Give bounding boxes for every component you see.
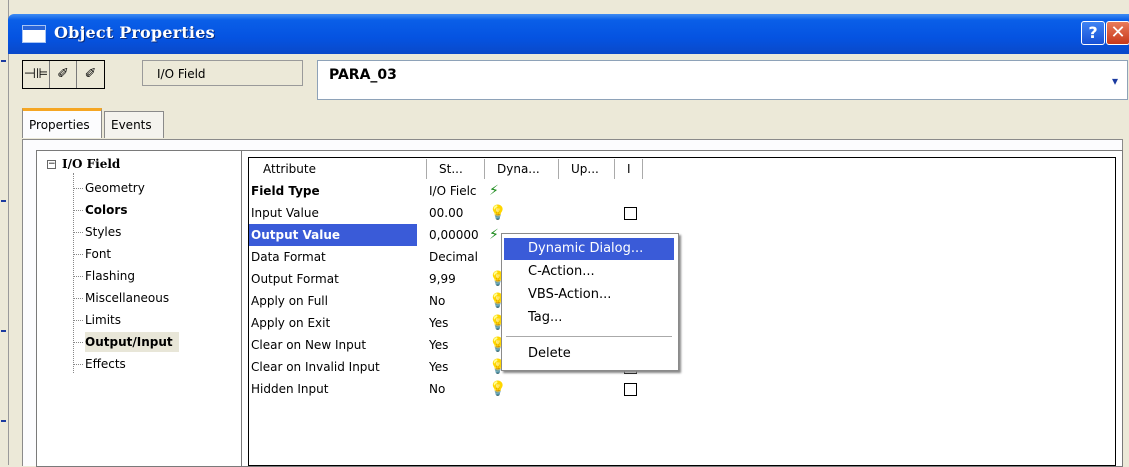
bolt-icon[interactable]: ⚡ bbox=[489, 180, 499, 202]
attribute-name: Input Value bbox=[251, 206, 319, 220]
edge-tick bbox=[1, 420, 6, 422]
tree-root[interactable]: − I/O Field bbox=[47, 157, 120, 171]
property-tree: − I/O Field Geometry Colors Styles Font F… bbox=[36, 150, 242, 467]
grid-header: Attribute St... Dyna... Up... I bbox=[251, 151, 1113, 179]
bulb-icon[interactable]: 💡 bbox=[489, 202, 506, 224]
tab-events[interactable]: Events bbox=[104, 111, 164, 138]
static-value[interactable]: Yes bbox=[429, 334, 448, 356]
tree-item-miscellaneous[interactable]: Miscellaneous bbox=[72, 288, 169, 308]
tree-item-styles[interactable]: Styles bbox=[72, 222, 121, 242]
static-value[interactable]: 00.00 bbox=[429, 202, 463, 224]
static-value[interactable]: Yes bbox=[429, 356, 448, 378]
static-value[interactable]: No bbox=[429, 378, 445, 400]
header-attribute[interactable]: Attribute bbox=[251, 159, 427, 179]
help-button[interactable]: ? bbox=[1081, 21, 1105, 45]
window-title: Object Properties bbox=[54, 23, 215, 42]
chevron-down-icon[interactable]: ▾ bbox=[1105, 71, 1125, 91]
window-icon bbox=[22, 25, 46, 43]
collapse-icon[interactable]: − bbox=[47, 160, 56, 169]
static-value[interactable]: Decimal bbox=[429, 246, 478, 268]
tree-item-flashing[interactable]: Flashing bbox=[72, 266, 135, 286]
menu-separator bbox=[506, 336, 672, 337]
header-dynamic[interactable]: Dyna... bbox=[485, 159, 559, 179]
indirect-checkbox[interactable] bbox=[624, 207, 637, 220]
indirect-checkbox[interactable] bbox=[624, 383, 637, 396]
edge-tick bbox=[1, 60, 6, 62]
bulb-icon[interactable]: 💡 bbox=[489, 378, 506, 400]
attribute-name: Clear on Invalid Input bbox=[251, 360, 380, 374]
attribute-name: Output Value bbox=[249, 224, 417, 246]
menu-item-tag[interactable]: Tag... bbox=[504, 307, 674, 329]
tab-properties[interactable]: Properties bbox=[22, 108, 102, 138]
tree-item-limits[interactable]: Limits bbox=[73, 310, 121, 330]
tree-item-effects[interactable]: Effects bbox=[73, 354, 126, 374]
toolbar-button-group: ⊣⊫ ✐ ✐ bbox=[22, 60, 105, 89]
tree-item-font[interactable]: Font bbox=[72, 244, 111, 264]
header-indirect[interactable]: I bbox=[615, 159, 643, 179]
attribute-name: Output Format bbox=[251, 272, 339, 286]
object-name-combo[interactable]: PARA_03 ▾ bbox=[317, 60, 1128, 100]
attribute-name: Hidden Input bbox=[251, 382, 329, 396]
static-value[interactable]: 0,00000 bbox=[429, 224, 479, 246]
header-update[interactable]: Up... bbox=[559, 159, 615, 179]
attribute-name: Apply on Exit bbox=[251, 316, 331, 330]
menu-item-c-action[interactable]: C-Action... bbox=[504, 261, 674, 283]
attribute-name: Data Format bbox=[251, 250, 326, 264]
tree-item-output-input[interactable]: Output/Input bbox=[73, 332, 179, 352]
context-menu: Dynamic Dialog... C-Action... VBS-Action… bbox=[501, 233, 679, 371]
object-name-value: PARA_03 bbox=[329, 67, 397, 83]
object-type-field: I/O Field bbox=[142, 60, 303, 86]
tree-root-label: I/O Field bbox=[62, 157, 121, 171]
static-value[interactable]: I/O Fielc bbox=[429, 180, 477, 202]
edge-tick bbox=[1, 330, 6, 332]
edit-alt-button[interactable]: ✐ bbox=[77, 61, 104, 88]
attribute-name: Clear on New Input bbox=[251, 338, 367, 352]
tree-item-geometry[interactable]: Geometry bbox=[73, 178, 145, 198]
title-bar: Object Properties ? ✕ bbox=[8, 14, 1129, 54]
close-button[interactable]: ✕ bbox=[1106, 21, 1129, 45]
tree-item-colors[interactable]: Colors bbox=[72, 200, 127, 220]
menu-item-vbs-action[interactable]: VBS-Action... bbox=[504, 284, 674, 306]
static-value[interactable]: Yes bbox=[429, 312, 448, 334]
static-value[interactable]: No bbox=[429, 290, 445, 312]
pin-button[interactable]: ⊣⊫ bbox=[23, 61, 50, 88]
tree-connector bbox=[73, 173, 74, 373]
menu-item-dynamic-dialog[interactable]: Dynamic Dialog... bbox=[504, 238, 674, 260]
header-static[interactable]: St... bbox=[427, 159, 485, 179]
edit-button[interactable]: ✐ bbox=[50, 61, 77, 88]
toolbar: ⊣⊫ ✐ ✐ I/O Field PARA_03 ▾ bbox=[8, 54, 1129, 104]
menu-item-delete[interactable]: Delete bbox=[504, 343, 674, 365]
edge-tick bbox=[1, 200, 6, 202]
bolt-icon[interactable]: ⚡ bbox=[489, 224, 499, 246]
attribute-name: Field Type bbox=[251, 184, 320, 198]
static-value[interactable]: 9,99 bbox=[429, 268, 456, 290]
attribute-name: Apply on Full bbox=[251, 294, 328, 308]
attribute-grid bbox=[248, 157, 1116, 466]
attribute-grid-frame bbox=[241, 150, 1123, 467]
